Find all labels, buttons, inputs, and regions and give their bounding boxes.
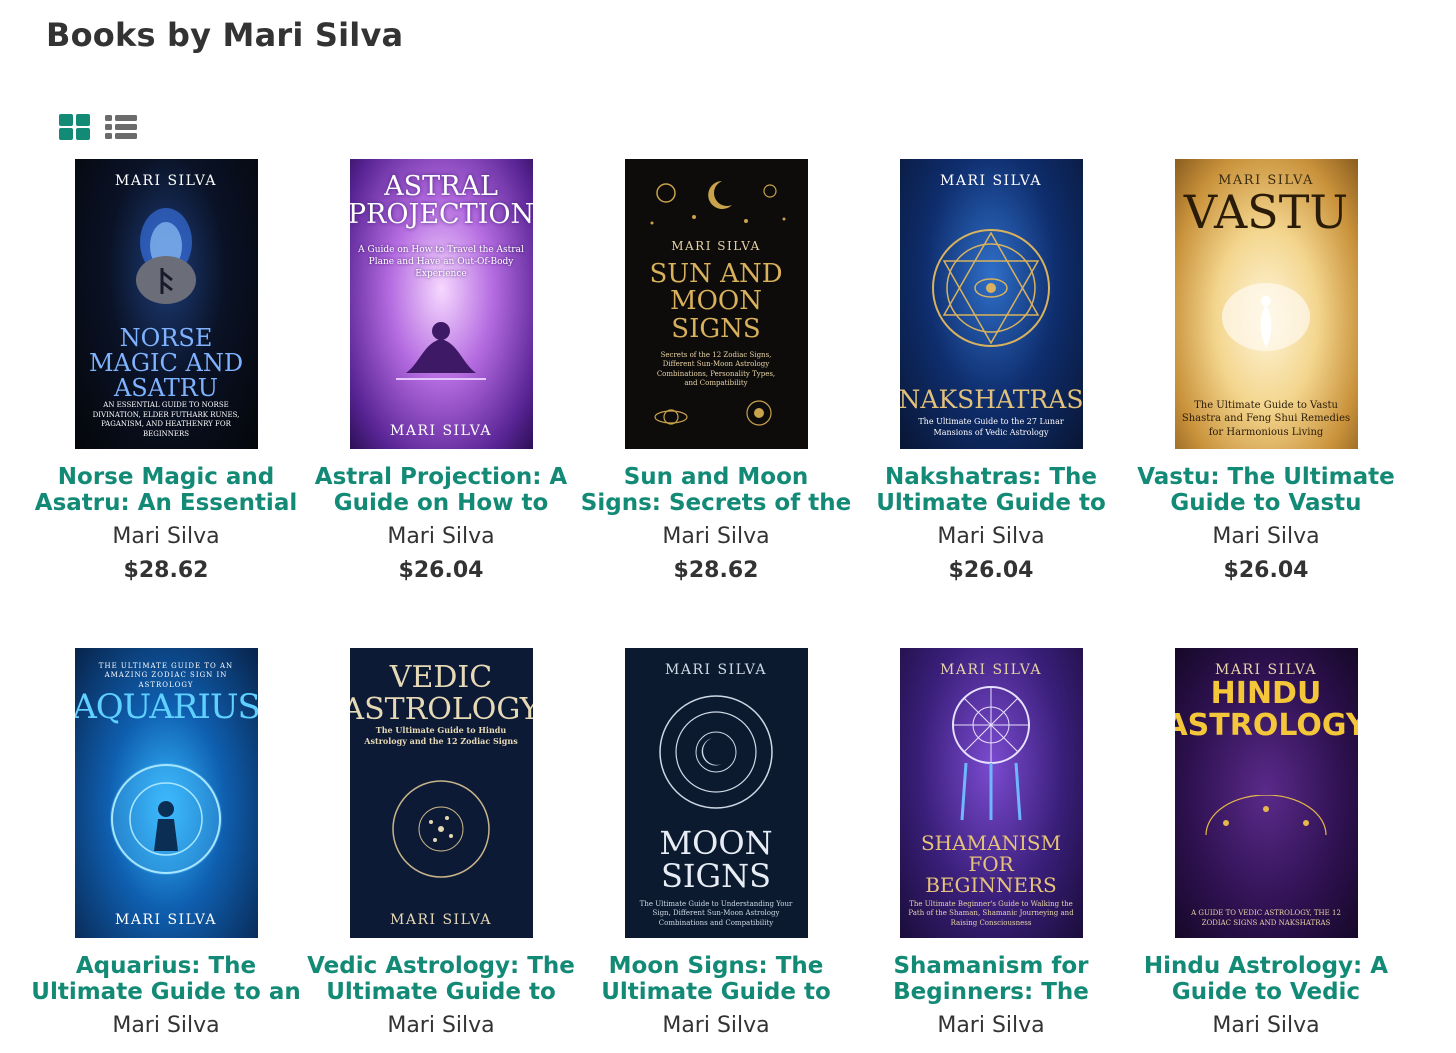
cover-author: MARI SILVA: [390, 423, 492, 439]
book-author: Mari Silva: [937, 1013, 1045, 1038]
rune-stone-icon: [81, 189, 252, 326]
cover-subtitle: The Ultimate Guide to Hindu Astrology an…: [364, 725, 518, 746]
cover-subtitle: Secrets of the 12 Zodiac Signs, Differen…: [656, 350, 776, 388]
cover-title: Sun and Moon Signs: [649, 259, 783, 344]
book-card-nakshatras: MARI SILVA Nakshatras The Ultimate Guide…: [855, 159, 1127, 584]
book-price: $28.62: [673, 558, 759, 583]
book-card-vastu: MARI SILVA Vastu The Ultimate Guide to V…: [1130, 159, 1402, 584]
cover-title: Vedic Astrology: [349, 660, 533, 727]
cover-subtitle: The Ultimate Guide to Understanding Your…: [639, 899, 793, 927]
cover-author: MARI SILVA: [390, 912, 492, 928]
peacock-icon: [1181, 236, 1352, 398]
book-author: Mari Silva: [937, 524, 1045, 549]
zodiac-symbols-icon: [1181, 741, 1352, 909]
cover-author: MARI SILVA: [665, 662, 767, 678]
book-cover-nakshatras[interactable]: MARI SILVA Nakshatras The Ultimate Guide…: [899, 159, 1083, 449]
book-cover-hindu-astrology[interactable]: MARI SILVA Hindu Astrology A Guide to Ve…: [1174, 648, 1358, 938]
planet-icon: [631, 389, 802, 439]
book-cover-vedic-astrology[interactable]: Vedic Astrology The Ultimate Guide to Hi…: [349, 648, 533, 938]
cover-title: Hindu Astrology: [1174, 676, 1358, 743]
view-toggle: [58, 112, 138, 142]
cover-author: MARI SILVA: [940, 662, 1042, 678]
zodiac-wheel-icon: [631, 678, 802, 827]
cover-title: Norse Magic and Asatru: [88, 323, 244, 403]
book-title-link[interactable]: Nakshatras: The Ultimate Guide to: [855, 464, 1127, 516]
dreamcatcher-icon: [906, 678, 1077, 833]
meditation-figure-icon: [356, 280, 527, 423]
cover-subtitle: The Ultimate Guide to Vastu Shastra and …: [1181, 399, 1351, 438]
book-author: Mari Silva: [662, 1013, 770, 1038]
book-cover-aquarius[interactable]: The Ultimate Guide to an Amazing Zodiac …: [74, 648, 258, 938]
book-price: $28.62: [123, 558, 209, 583]
cover-author: MARI SILVA: [940, 173, 1042, 189]
cover-title: Nakshatras: [899, 385, 1083, 415]
book-cover-astral-projection[interactable]: Astral Projection A Guide on How to Trav…: [349, 159, 533, 449]
book-card-aquarius: The Ultimate Guide to an Amazing Zodiac …: [30, 648, 302, 1047]
list-view-icon[interactable]: [104, 112, 138, 142]
book-author: Mari Silva: [662, 524, 770, 549]
grid-view-icon[interactable]: [58, 112, 92, 142]
zodiac-wheel-icon: [356, 747, 527, 912]
cover-title: Shamanism for Beginners: [920, 830, 1062, 897]
book-card-sun-moon-signs: MARI SILVA Sun and Moon Signs Secrets of…: [580, 159, 852, 584]
book-price: $26.04: [1223, 558, 1309, 583]
book-title-link[interactable]: Moon Signs: The Ultimate Guide to: [580, 953, 852, 1005]
book-title-link[interactable]: Vastu: The Ultimate Guide to Vastu: [1130, 464, 1402, 516]
book-author: Mari Silva: [1212, 524, 1320, 549]
page-title: Books by Mari Silva: [46, 16, 404, 54]
mandala-eye-icon: [906, 189, 1077, 387]
cover-subtitle: The Ultimate Guide to the 27 Lunar Mansi…: [918, 417, 1064, 438]
book-author: Mari Silva: [112, 1013, 220, 1038]
cover-title: Aquarius: [74, 687, 258, 728]
book-card-moon-signs: MARI SILVA Moon Signs The Ultimate Guide…: [580, 648, 852, 1047]
book-price: $26.04: [948, 558, 1034, 583]
book-cover-vastu[interactable]: MARI SILVA Vastu The Ultimate Guide to V…: [1174, 159, 1358, 449]
cover-author: MARI SILVA: [671, 239, 761, 253]
cover-title: Vastu: [1183, 185, 1349, 239]
book-title-link[interactable]: Sun and Moon Signs: Secrets of the: [580, 464, 852, 516]
book-card-vedic-astrology: Vedic Astrology The Ultimate Guide to Hi…: [305, 648, 577, 1047]
book-title-link[interactable]: Aquarius: The Ultimate Guide to an: [30, 953, 302, 1005]
book-author: Mari Silva: [1212, 1013, 1320, 1038]
cover-title: Moon Signs: [659, 823, 773, 896]
cover-author: MARI SILVA: [115, 173, 217, 189]
book-author: Mari Silva: [387, 1013, 495, 1038]
cover-title: Astral Projection: [349, 171, 533, 231]
book-card-norse-magic: MARI SILVA Norse Magic and Asatru An Ess…: [30, 159, 302, 584]
book-title-link[interactable]: Vedic Astrology: The Ultimate Guide to: [305, 953, 577, 1005]
book-card-astral-projection: Astral Projection A Guide on How to Trav…: [305, 159, 577, 584]
book-cover-moon-signs[interactable]: MARI SILVA Moon Signs The Ultimate Guide…: [624, 648, 808, 938]
cover-author: MARI SILVA: [115, 912, 217, 928]
book-author: Mari Silva: [387, 524, 495, 549]
cover-subtitle: The Ultimate Guide to an Amazing Zodiac …: [98, 662, 234, 689]
book-price: $26.04: [398, 558, 484, 583]
book-title-link[interactable]: Shamanism for Beginners: The: [855, 953, 1127, 1005]
cover-subtitle: An Essential Guide to Norse Divination, …: [92, 401, 240, 438]
cover-subtitle: A Guide on How to Travel the Astral Plan…: [358, 244, 524, 279]
sun-moon-icon: [631, 171, 802, 231]
book-title-link[interactable]: Astral Projection: A Guide on How to: [305, 464, 577, 516]
book-card-hindu-astrology: MARI SILVA Hindu Astrology A Guide to Ve…: [1130, 648, 1402, 1047]
cover-subtitle: A Guide to Vedic Astrology, the 12 Zodia…: [1191, 909, 1341, 927]
book-title-link[interactable]: Norse Magic and Asatru: An Essential: [30, 464, 302, 516]
book-cover-shamanism[interactable]: MARI SILVA Shamanism for Beginners The U…: [899, 648, 1083, 938]
book-cover-sun-moon-signs[interactable]: MARI SILVA Sun and Moon Signs Secrets of…: [624, 159, 808, 449]
book-card-shamanism: MARI SILVA Shamanism for Beginners The U…: [855, 648, 1127, 1047]
book-cover-norse-magic[interactable]: MARI SILVA Norse Magic and Asatru An Ess…: [74, 159, 258, 449]
book-author: Mari Silva: [112, 524, 220, 549]
zodiac-wheel-icon: [81, 726, 252, 912]
cover-subtitle: The Ultimate Beginner's Guide to Walking…: [908, 899, 1074, 927]
book-title-link[interactable]: Hindu Astrology: A Guide to Vedic: [1130, 953, 1402, 1005]
